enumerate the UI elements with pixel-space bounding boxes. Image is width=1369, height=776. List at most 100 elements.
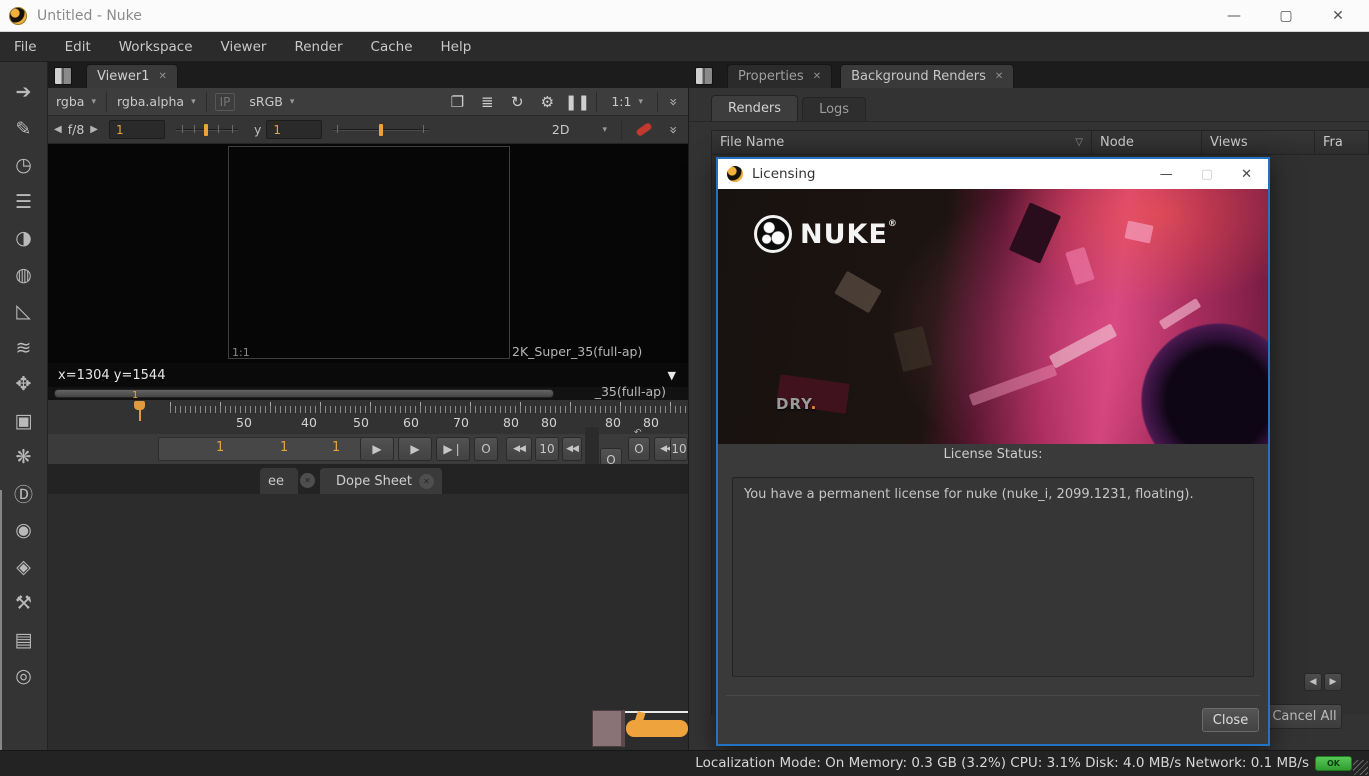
pane-menu-icon[interactable]: [695, 67, 713, 85]
channels-dropdown[interactable]: rgba ▾: [48, 94, 104, 109]
transform-icon[interactable]: ✥: [7, 366, 41, 403]
viewer-lut-dropdown[interactable]: sRGB ▾: [241, 94, 302, 109]
play-all-button[interactable]: ▶: [398, 437, 432, 461]
pane-menu-icon[interactable]: [54, 67, 72, 85]
merge-icon[interactable]: ≋: [7, 330, 41, 367]
viewer-node[interactable]: [626, 720, 688, 737]
next-aperture-icon[interactable]: ▶: [84, 124, 104, 135]
frame-field[interactable]: 1: [280, 440, 288, 455]
menu-file[interactable]: File: [0, 39, 51, 55]
resize-grip-icon[interactable]: [1353, 760, 1368, 775]
tab-viewer1[interactable]: Viewer1 ✕: [86, 64, 178, 88]
zoom-dropdown[interactable]: 1:1 ▾: [603, 94, 651, 109]
close-button[interactable]: ✕: [1327, 8, 1349, 24]
deep-icon[interactable]: Ⓓ: [7, 476, 41, 513]
cancel-all-label: Cancel All: [1272, 709, 1336, 724]
viewer-canvas[interactable]: 1:1 2K_Super_35(full-ap): [48, 144, 688, 363]
gain-field[interactable]: 1: [109, 120, 165, 139]
view-mode-dropdown[interactable]: 2D ▾: [544, 122, 615, 137]
read-node[interactable]: [592, 710, 625, 747]
pause-icon[interactable]: ❚❚: [564, 93, 590, 111]
ruler-minor-ticks: [170, 406, 688, 413]
layer-dropdown[interactable]: rgba.alpha ▾: [109, 94, 204, 109]
tab-properties[interactable]: Properties ✕: [727, 64, 832, 88]
refresh-icon[interactable]: ↻: [504, 93, 530, 111]
particles-icon[interactable]: ❋: [7, 439, 41, 476]
increment-field[interactable]: 10: [670, 437, 688, 461]
tab-fragment[interactable]: ee: [260, 468, 298, 494]
node-graph[interactable]: [48, 494, 688, 750]
image-icon[interactable]: ➔: [7, 74, 41, 111]
menu-edit[interactable]: Edit: [51, 39, 105, 55]
frame-field[interactable]: 1: [332, 440, 340, 455]
play-button[interactable]: ▶: [360, 437, 394, 461]
keyer-icon[interactable]: ◺: [7, 293, 41, 330]
menu-cache[interactable]: Cache: [357, 39, 427, 55]
time-icon[interactable]: ◷: [7, 147, 41, 184]
close-tab-icon[interactable]: ✕: [300, 473, 315, 488]
close-tab-icon[interactable]: ✕: [995, 71, 1003, 82]
dialog-minimize-button[interactable]: —: [1160, 167, 1173, 182]
cancel-all-button[interactable]: Cancel All: [1267, 704, 1342, 729]
menu-viewer[interactable]: Viewer: [207, 39, 281, 55]
filter-icon[interactable]: ◍: [7, 257, 41, 294]
menu-workspace[interactable]: Workspace: [105, 39, 207, 55]
tab-background-renders[interactable]: Background Renders ✕: [840, 64, 1014, 88]
close-tab-icon[interactable]: ✕: [813, 71, 821, 82]
draw-icon[interactable]: ✎: [7, 111, 41, 148]
slider-handle[interactable]: [204, 124, 208, 136]
gamma-slider[interactable]: [333, 123, 429, 137]
close-dialog-button[interactable]: Close: [1202, 708, 1259, 732]
views-icon[interactable]: ◉: [7, 512, 41, 549]
maximize-button[interactable]: ▢: [1275, 8, 1297, 24]
menu-help[interactable]: Help: [427, 39, 486, 55]
sort-icon[interactable]: ▽: [1075, 137, 1083, 148]
other-icon[interactable]: ▤: [7, 622, 41, 659]
subtab-renders[interactable]: Renders: [711, 95, 798, 121]
metadata-icon[interactable]: ◈: [7, 549, 41, 586]
tab-dope-sheet[interactable]: Dope Sheet ✕: [320, 468, 442, 494]
prev-aperture-icon[interactable]: ◀: [48, 124, 68, 135]
close-tab-icon[interactable]: ✕: [158, 71, 166, 82]
gain-value: 1: [116, 123, 124, 137]
chevron-down-icon: ▾: [602, 125, 607, 135]
column-node[interactable]: Node: [1092, 131, 1202, 154]
collapse-chevrons-icon[interactable]: »: [665, 121, 681, 139]
minimize-button[interactable]: —: [1223, 8, 1245, 24]
roi-brush-icon[interactable]: [635, 122, 652, 137]
toolsets-icon[interactable]: ⚒: [7, 585, 41, 622]
ofx-icon[interactable]: ◎: [7, 658, 41, 695]
collapse-chevrons-icon[interactable]: »: [665, 93, 681, 111]
zoom-value: 1:1: [611, 94, 631, 109]
column-views[interactable]: Views: [1202, 131, 1315, 154]
gear-icon[interactable]: ⚙: [534, 93, 560, 111]
3d-icon[interactable]: ▣: [7, 403, 41, 440]
horizontal-scrollbar[interactable]: [54, 389, 554, 398]
info-dropdown-icon[interactable]: ▼: [668, 369, 676, 382]
gamma-field[interactable]: 1: [266, 120, 322, 139]
rewind-button[interactable]: ◀◀: [506, 437, 532, 461]
display-window-icon[interactable]: ❐: [444, 93, 470, 111]
column-file-name[interactable]: File Name ▽: [712, 131, 1092, 154]
column-frames[interactable]: Fra: [1315, 131, 1368, 154]
loop-o-button[interactable]: O: [474, 437, 498, 461]
scroll-left-button[interactable]: ◀: [1304, 673, 1322, 691]
rewind-button[interactable]: ◀◀: [562, 437, 582, 461]
input-process-button[interactable]: IP: [215, 93, 236, 111]
channel-icon[interactable]: ☰: [7, 184, 41, 221]
frame-field[interactable]: 1: [216, 440, 224, 455]
dialog-close-button[interactable]: ✕: [1241, 167, 1252, 182]
skip-end-button[interactable]: ▶❘: [436, 437, 470, 461]
close-tab-icon[interactable]: ✕: [419, 474, 434, 489]
status-bar: Localization Mode: On Memory: 0.3 GB (3.…: [0, 750, 1369, 776]
slider-handle[interactable]: [379, 124, 383, 136]
increment-field[interactable]: 10: [535, 437, 559, 461]
scroll-right-button[interactable]: ▶: [1324, 673, 1342, 691]
color-icon[interactable]: ◑: [7, 220, 41, 257]
ruler-number: 50: [236, 415, 252, 430]
loop-o-button[interactable]: O: [628, 437, 650, 461]
stack-rows-icon[interactable]: ≣: [474, 93, 500, 111]
menu-render[interactable]: Render: [280, 39, 356, 55]
gain-slider[interactable]: [176, 123, 238, 137]
subtab-logs[interactable]: Logs: [802, 97, 866, 121]
